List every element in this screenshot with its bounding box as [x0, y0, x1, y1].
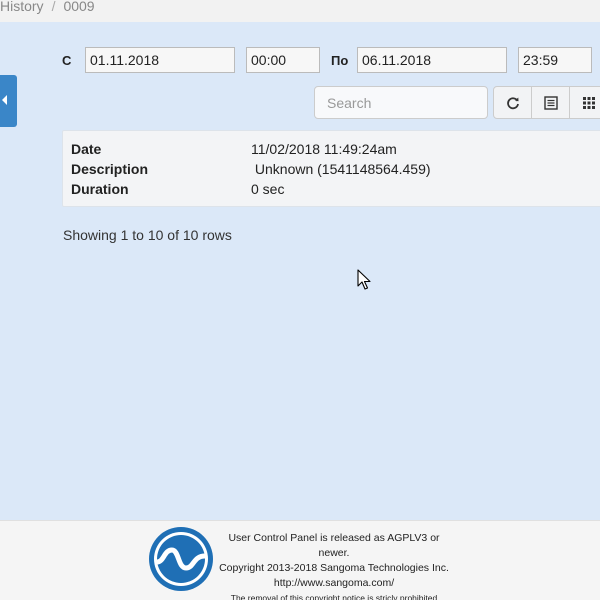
detail-key: Description [71, 161, 149, 177]
mouse-pointer-icon [357, 269, 371, 290]
toggle-view-button[interactable] [531, 86, 570, 119]
list-view-icon [543, 95, 558, 110]
footer-link[interactable]: http://www.sangoma.com/ [214, 576, 454, 591]
to-time-input[interactable]: 23:59 [518, 47, 592, 73]
refresh-button[interactable] [493, 86, 532, 119]
breadcrumb-item-history[interactable]: History [0, 0, 44, 13]
sangoma-logo-icon [149, 527, 213, 591]
grid-columns-icon [582, 96, 595, 109]
breadcrumb-separator: / [51, 0, 56, 14]
footer-text: User Control Panel is released as AGPLV3… [214, 531, 454, 600]
detail-value: 0 sec [251, 181, 285, 197]
from-date-input[interactable]: 01.11.2018 [85, 47, 235, 73]
detail-value: Unknown (1541148564.459) [251, 161, 431, 177]
detail-value: 11/02/2018 11:49:24am [251, 141, 397, 157]
footer: User Control Panel is released as AGPLV3… [0, 520, 600, 600]
detail-key: Date [71, 141, 102, 157]
breadcrumb-item-current: 0009 [63, 0, 95, 14]
sidebar-toggle-button[interactable] [0, 75, 17, 127]
detail-key: Duration [71, 181, 129, 197]
from-time-input[interactable]: 00:00 [246, 47, 320, 73]
table-toolbar [493, 86, 600, 119]
pagination-summary: Showing 1 to 10 of 10 rows [63, 227, 232, 243]
breadcrumb: History / 0009 [0, 0, 600, 22]
to-label: По [331, 53, 349, 68]
footer-notice: The removal of this copyright notice is … [230, 593, 438, 600]
from-label: С [62, 53, 72, 68]
refresh-icon [506, 96, 519, 109]
detail-card: Date 11/02/2018 11:49:24am Description U… [62, 130, 600, 207]
footer-license: User Control Panel is released as AGPLV3… [228, 532, 440, 559]
search-input[interactable]: Search [314, 86, 488, 119]
main-content: С 01.11.2018 00:00 По 06.11.2018 23:59 S… [0, 22, 600, 520]
columns-button[interactable] [569, 86, 600, 119]
to-date-input[interactable]: 06.11.2018 [357, 47, 507, 73]
footer-copyright: Copyright 2013-2018 Sangoma Technologies… [219, 562, 449, 574]
